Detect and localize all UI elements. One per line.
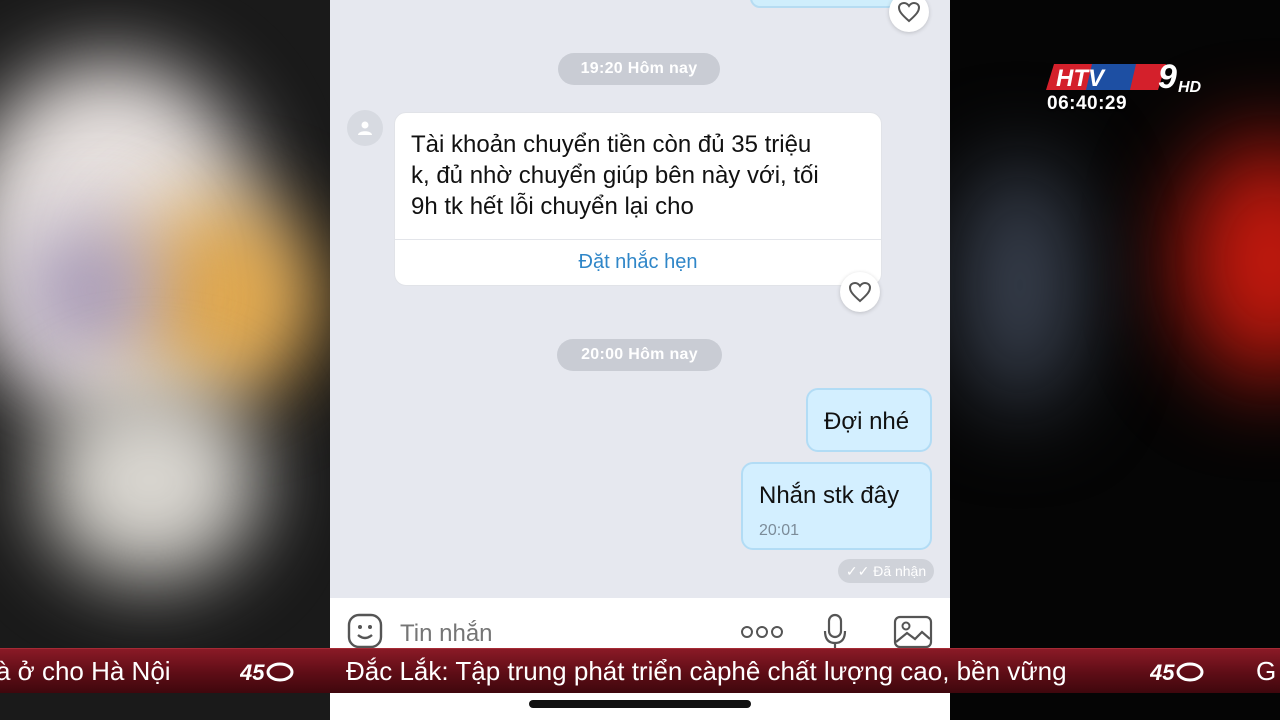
time-separator: 20:00 Hôm nay: [557, 339, 722, 371]
more-dots-icon: [741, 626, 783, 638]
microphone-icon: [823, 613, 847, 649]
time-separator: 19:20 Hôm nay: [558, 53, 720, 85]
news-ticker: à ở cho Hà Nội 45 Đắc Lắk: Tập trung phá…: [0, 648, 1280, 693]
svg-text:HD: HD: [1178, 79, 1202, 96]
message-text: Đợi nhé: [824, 408, 910, 435]
reaction-button[interactable]: [840, 272, 880, 312]
divider: [395, 239, 881, 240]
blurred-background-left: [0, 0, 330, 720]
outgoing-message[interactable]: Nhắn stk đây 20:01: [741, 462, 932, 550]
message-text: Tài khoản chuyển tiền còn đủ 35 triệu k,…: [411, 129, 871, 222]
channel-mark-icon: 45: [1150, 660, 1204, 685]
heart-icon: [848, 281, 872, 303]
more-button[interactable]: [738, 618, 786, 646]
message-line: 9h tk hết lỗi chuyển lại cho: [411, 193, 694, 220]
svg-text:9: 9: [1158, 58, 1177, 96]
ticker-headline: G: [1256, 656, 1277, 686]
broadcast-clock: 06:40:29: [1047, 93, 1128, 114]
message-input[interactable]: [400, 620, 660, 648]
sticker-icon: [347, 613, 383, 649]
channel-mark-icon: 45: [240, 660, 294, 685]
heart-icon: [897, 1, 921, 23]
svg-text:45: 45: [1150, 660, 1175, 685]
svg-text:45: 45: [240, 660, 265, 685]
chat-screen: 19:20 Hôm nay Tài khoản chuyển tiền còn …: [330, 0, 950, 720]
message-line: Tài khoản chuyển tiền còn đủ 35 triệu: [411, 131, 812, 158]
voice-button[interactable]: [820, 612, 850, 652]
reaction-button[interactable]: [889, 0, 929, 32]
incoming-message[interactable]: Tài khoản chuyển tiền còn đủ 35 triệu k,…: [394, 112, 882, 286]
outgoing-message[interactable]: Đợi nhé: [806, 388, 932, 452]
read-status-text: Đã nhận: [873, 563, 927, 579]
previous-message-bubble: [750, 0, 910, 8]
ticker-headline: à ở cho Hà Nội: [0, 656, 171, 686]
message-line: k, đủ nhờ chuyển giúp bên này với, tối: [411, 162, 819, 189]
home-indicator: [529, 700, 751, 708]
set-reminder-link[interactable]: Đặt nhắc hẹn: [395, 251, 881, 274]
image-button[interactable]: [892, 614, 934, 650]
message-text: Nhắn stk đây: [759, 482, 900, 509]
sender-avatar[interactable]: [347, 110, 383, 146]
image-icon: [893, 615, 933, 649]
sticker-button[interactable]: [346, 612, 384, 650]
message-timestamp: 20:01: [759, 522, 800, 539]
ticker-headline: Đắc Lắk: Tập trung phát triển càphê chất…: [346, 656, 1067, 686]
user-icon: [358, 121, 372, 135]
double-check-icon: ✓✓: [845, 563, 870, 579]
svg-text:HTV: HTV: [1056, 65, 1106, 92]
read-status-badge: ✓✓ Đã nhận: [838, 559, 934, 583]
